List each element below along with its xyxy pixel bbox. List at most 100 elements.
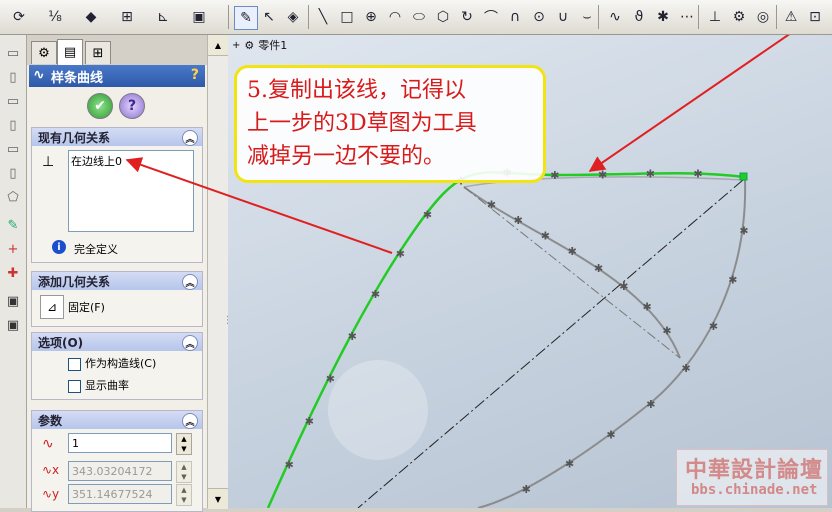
collapse-icon[interactable]: ︽ — [182, 335, 198, 351]
point-circle-icon[interactable]: ⊙ — [528, 6, 550, 28]
collapse-icon[interactable]: ︽ — [182, 130, 198, 146]
polygon-icon[interactable]: ⬡ — [432, 6, 454, 28]
trim-icon[interactable]: ▣ — [188, 6, 210, 28]
section-header: 参数 — [38, 413, 63, 428]
centerline-icon[interactable]: ⋯ — [676, 6, 698, 28]
centerpoint-arc-icon[interactable]: ∩ — [504, 6, 526, 28]
help-icon[interactable]: ? — [191, 67, 199, 83]
scroll-up-icon[interactable]: ▲ — [208, 35, 228, 56]
cut-icon[interactable]: ▭ — [5, 141, 21, 157]
spline-point-marker[interactable]: ✱ — [371, 288, 380, 301]
panel-splitter[interactable]: ▲ ▼ ⋮ — [207, 35, 233, 509]
relations-icon[interactable]: ◈ — [282, 6, 304, 28]
point-number-spinner[interactable]: ▲ ▼ — [176, 433, 192, 455]
smart-dimension-icon[interactable]: ⅛ — [44, 6, 66, 28]
spline-point-marker[interactable]: ✱ — [348, 330, 357, 343]
spline-point-marker[interactable]: ✱ — [396, 247, 405, 260]
spline-point-marker[interactable]: ✱ — [728, 273, 737, 286]
spline-point-marker[interactable]: ✱ — [423, 208, 432, 221]
y-coordinate-spinner[interactable]: ▲ ▼ — [176, 484, 192, 506]
display-delete-icon[interactable]: ⚠ — [780, 6, 802, 28]
revolve-icon[interactable]: ▯ — [5, 69, 21, 85]
spline-point-marker[interactable]: ✱ — [541, 230, 550, 243]
rebuild-icon[interactable]: ⟳ — [8, 6, 30, 28]
spline-point-marker[interactable]: ✱ — [739, 224, 748, 237]
tangent-arc-icon[interactable]: ↻ — [456, 6, 478, 28]
surface-knit-icon[interactable]: ▣ — [5, 317, 21, 333]
convert-entities-icon[interactable]: ⊞ — [116, 6, 138, 28]
sweep-icon[interactable]: ▭ — [5, 93, 21, 109]
ellipse-icon[interactable]: ⬭ — [408, 6, 430, 28]
style-spline-icon[interactable]: ϑ — [628, 6, 650, 28]
three-point-arc-icon[interactable]: ⌒ — [480, 6, 502, 28]
spline-point-marker[interactable]: ✱ — [522, 483, 531, 496]
spline-point-marker[interactable]: ✱ — [565, 457, 574, 470]
fillet-icon[interactable]: ⊥ — [704, 6, 726, 28]
shell-icon[interactable]: ▯ — [5, 165, 21, 181]
mirror-icon[interactable]: ⊾ — [152, 6, 174, 28]
parabola-icon[interactable]: ∪ — [552, 6, 574, 28]
callout-annotation: 5.复制出该线，记得以 上一步的3D草图为工具 减掉另一边不要的。 — [234, 65, 546, 183]
point-number-field[interactable]: 1 — [68, 433, 172, 453]
property-manager-tab[interactable]: ▤ — [57, 39, 83, 65]
spline-point-marker[interactable]: ✱ — [568, 245, 577, 258]
sketch-relation-icon[interactable]: ◆ — [80, 6, 102, 28]
line-icon[interactable]: ╲ — [312, 6, 334, 28]
x-coordinate-spinner[interactable]: ▲ ▼ — [176, 461, 192, 483]
spline-icon[interactable]: ∿ — [604, 6, 626, 28]
point-icon[interactable]: ✱ — [652, 6, 674, 28]
construction-checkbox[interactable]: 作为构造线(C) — [68, 355, 156, 371]
spline-point-marker[interactable]: ✱ — [305, 415, 314, 428]
curvature-checkbox[interactable]: 显示曲率 — [68, 377, 129, 393]
spline-point-marker[interactable]: ✱ — [285, 458, 294, 471]
scroll-down-icon[interactable]: ▼ — [208, 488, 228, 509]
chamfer-icon[interactable]: ⚙ — [728, 6, 750, 28]
x-coordinate-icon: ∿x — [42, 463, 60, 477]
spline-point-marker[interactable]: ✱ — [642, 301, 651, 314]
extrude-icon[interactable]: ▭ — [5, 45, 21, 61]
callout-line-3: 减掉另一边不要的。 — [247, 144, 446, 169]
view-orientation-icon[interactable]: ⊡ — [804, 6, 826, 28]
circle-icon[interactable]: ⊕ — [360, 6, 382, 28]
sketch-icon[interactable]: ✎ — [234, 6, 258, 30]
edit-sketch-icon[interactable]: ✎ — [5, 217, 21, 233]
dome-icon[interactable]: ⬠ — [5, 189, 21, 205]
spline-point-marker[interactable]: ✱ — [646, 398, 655, 411]
relations-list[interactable]: 在边线上0 — [68, 150, 194, 232]
y-coordinate-field[interactable]: 351.14677524 — [68, 484, 172, 504]
list-item[interactable]: 在边线上0 — [69, 151, 193, 171]
spline-point-marker[interactable]: ✱ — [709, 320, 718, 333]
spline-point-marker[interactable]: ✱ — [662, 325, 671, 338]
configuration-manager-tab[interactable]: ⊞ — [85, 41, 111, 64]
arc-icon[interactable]: ◠ — [384, 6, 406, 28]
collapse-icon[interactable]: ︽ — [182, 413, 198, 429]
help-button[interactable]: ? — [119, 93, 145, 119]
conic-icon[interactable]: ⌣ — [576, 6, 598, 28]
add-relation-icon[interactable]: + — [5, 241, 21, 257]
surface-icon[interactable]: ▣ — [5, 293, 21, 309]
fixed-label: 固定(F) — [68, 301, 105, 314]
ok-button[interactable]: ✔ — [87, 93, 113, 119]
spline-point-marker[interactable]: ✱ — [594, 262, 603, 275]
spline-point-marker[interactable]: ✱ — [598, 169, 607, 182]
spline-point-marker[interactable]: ✱ — [693, 168, 702, 181]
spline-point-marker[interactable]: ✱ — [606, 429, 615, 442]
smart-dim-icon[interactable]: ↖ — [258, 6, 280, 28]
spline-point-marker[interactable]: ✱ — [326, 372, 335, 385]
repair-icon[interactable]: ✚ — [5, 265, 21, 281]
spline-point-marker[interactable]: ✱ — [487, 198, 496, 211]
loft-icon[interactable]: ▯ — [5, 117, 21, 133]
spline-point-marker[interactable]: ✱ — [514, 214, 523, 227]
offset-icon[interactable]: ◎ — [752, 6, 774, 28]
sketch-toolbar: ⟳ ⅛ ◆ ⊞ ⊾ ▣ ✎ ↖ ◈ ╲ □ ⊕ ◠ ⬭ ⬡ ↻ ⌒ ∩ ⊙ ∪ … — [0, 0, 832, 35]
spline-point-marker[interactable]: ✱ — [646, 168, 655, 181]
spline-point-marker[interactable]: ✱ — [550, 169, 559, 182]
x-coordinate-field[interactable]: 343.03204172 — [68, 461, 172, 481]
spline-point-marker[interactable]: ✱ — [619, 280, 628, 293]
fixed-relation-button[interactable]: ⊿ — [40, 295, 64, 319]
spline-point-marker[interactable]: ✱ — [681, 362, 690, 375]
collapse-icon[interactable]: ︽ — [182, 274, 198, 290]
question-icon: ? — [127, 98, 137, 114]
rectangle-icon[interactable]: □ — [336, 6, 358, 28]
feature-manager-tab[interactable]: ⚙ — [31, 41, 57, 64]
